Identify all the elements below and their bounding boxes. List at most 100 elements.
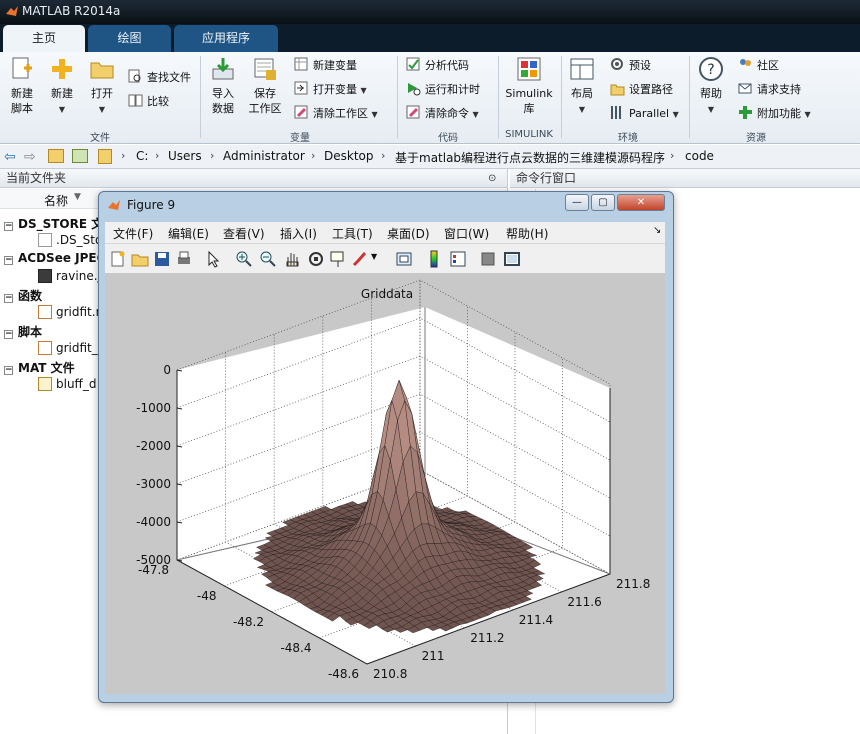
name-column-header[interactable]: 名称 (44, 192, 68, 209)
command-window-header: 命令行窗口 (510, 169, 860, 188)
file-item-ds-store[interactable]: .DS_Sto (38, 233, 102, 247)
breadcrumb-code[interactable]: code (685, 149, 714, 163)
figure-window[interactable]: Figure 9 — ▢ ✕ 文件(F) 编辑(E) 查看(V) 插入(I) 工… (98, 191, 674, 703)
new-variable-button[interactable]: 新建变量 (294, 57, 357, 75)
menu-help[interactable]: 帮助(H) (506, 225, 548, 242)
data-cursor-icon[interactable] (329, 250, 347, 268)
parallel-icon (611, 106, 621, 119)
panel-menu-icon[interactable]: ⊙ (488, 170, 496, 188)
zoom-in-icon[interactable] (235, 250, 253, 268)
set-path-icon (610, 84, 625, 96)
menu-file[interactable]: 文件(F) (113, 225, 153, 242)
tree-group-mat-files[interactable]: − MAT 文件 (4, 359, 75, 376)
tab-home[interactable]: 主页 (3, 25, 85, 52)
menu-tools[interactable]: 工具(T) (332, 225, 373, 242)
sort-arrow-icon[interactable]: ▼ (74, 192, 81, 202)
help-button[interactable]: ? 帮助 ▼ (696, 56, 726, 117)
help-icon: ? (699, 57, 723, 81)
run-and-time-button[interactable]: 运行和计时 (406, 81, 480, 99)
menu-insert[interactable]: 插入(I) (280, 225, 317, 242)
edit-plot-arrow-icon[interactable] (205, 250, 223, 268)
set-path-button[interactable]: 设置路径 (610, 81, 673, 99)
file-item-gridfit-script[interactable]: gridfit_ (38, 341, 98, 355)
analyze-code-button[interactable]: 分析代码 (406, 57, 469, 75)
file-item-bluff-data[interactable]: bluff_d (38, 377, 96, 391)
simulink-library-button[interactable]: Simulink 库 (503, 56, 555, 116)
new-button[interactable]: 新建 ▼ (46, 56, 78, 117)
link-plot-icon[interactable] (395, 250, 413, 268)
y-tick-label: -48.4 (280, 641, 311, 655)
tree-group-ds-store[interactable]: − DS_STORE 文 (4, 215, 103, 232)
breadcrumb-desktop[interactable]: Desktop (324, 149, 374, 163)
tree-group-functions[interactable]: − 函数 (4, 287, 42, 304)
close-button[interactable]: ✕ (617, 194, 665, 211)
breadcrumb-users[interactable]: Users (168, 149, 202, 163)
figure-canvas[interactable]: Griddata 0 -1000 -2000 -3000 -4000 -5000 -47.… (105, 274, 665, 694)
file-item-gridfit[interactable]: gridfit.r (38, 305, 101, 319)
brush-icon[interactable] (351, 250, 369, 268)
app-title: MATLAB R2014a (22, 4, 121, 18)
layout-button[interactable]: 布局 ▼ (566, 56, 598, 117)
browse-folder-icon[interactable] (72, 149, 88, 163)
open-file-icon[interactable] (131, 250, 149, 268)
breadcrumb-administrator[interactable]: Administrator (223, 149, 305, 163)
collapse-icon[interactable]: − (4, 222, 13, 231)
hide-plot-tools-icon[interactable] (479, 250, 497, 268)
minimize-button[interactable]: — (565, 194, 589, 211)
tree-group-scripts[interactable]: − 脚本 (4, 323, 42, 340)
show-plot-tools-icon[interactable] (503, 250, 521, 268)
menu-edit[interactable]: 编辑(E) (168, 225, 209, 242)
open-variable-button[interactable]: 打开变量 ▼ (294, 81, 367, 99)
title-bar: MATLAB R2014a (0, 0, 860, 24)
print-icon[interactable] (175, 250, 193, 268)
up-folder-icon[interactable] (48, 149, 64, 163)
breadcrumb-project[interactable]: 基于matlab编程进行点云数据的三维建模源码程序 (395, 149, 665, 166)
collapse-icon[interactable]: − (4, 330, 13, 339)
save-icon[interactable] (153, 250, 171, 268)
tree-group-jpeg[interactable]: − ACDSee JPEG (4, 251, 106, 265)
menu-window[interactable]: 窗口(W) (444, 225, 489, 242)
back-arrow-icon[interactable]: ⇦ (4, 149, 16, 165)
menu-desktop[interactable]: 桌面(D) (387, 225, 430, 242)
open-button[interactable]: 打开 ▼ (86, 56, 118, 117)
request-support-button[interactable]: 请求支持 (738, 81, 801, 99)
run-time-icon (408, 83, 421, 96)
z-tick-label: -4000 (136, 515, 171, 529)
ribbon-divider (561, 56, 562, 138)
save-workspace-button[interactable]: 保存 工作区 (247, 56, 283, 116)
file-item-ravine[interactable]: ravine.j (38, 269, 101, 283)
tab-plots[interactable]: 绘图 (88, 25, 171, 52)
colorbar-icon[interactable] (425, 250, 443, 268)
forward-arrow-icon[interactable]: ⇨ (24, 149, 36, 165)
figure-logo-icon (108, 200, 120, 210)
find-files-button[interactable]: 查找文件 (128, 69, 191, 87)
community-button[interactable]: 社区 (738, 57, 779, 75)
parallel-button[interactable]: Parallel ▼ (610, 105, 679, 123)
clear-workspace-button[interactable]: 清除工作区 ▼ (294, 105, 378, 123)
rotate-3d-icon[interactable] (307, 250, 325, 268)
import-data-button[interactable]: 导入 数据 (207, 56, 239, 116)
x-tick-label: 211 (422, 649, 445, 663)
x-tick-label: 211.2 (470, 631, 504, 645)
tab-apps[interactable]: 应用程序 (174, 25, 278, 52)
breadcrumb-c-drive[interactable]: C: (136, 149, 148, 163)
add-ons-button[interactable]: 附加功能 ▼ (738, 105, 811, 123)
code-group-label: 代码 (438, 133, 458, 144)
collapse-icon[interactable]: − (4, 294, 13, 303)
collapse-icon[interactable]: − (4, 366, 13, 375)
new-script-button[interactable]: 新建 脚本 (4, 56, 40, 116)
pan-hand-icon[interactable] (283, 250, 301, 268)
preferences-button[interactable]: 预设 (610, 57, 651, 75)
brush-dropdown-icon[interactable]: ▼ (371, 252, 377, 261)
clear-commands-button[interactable]: 清除命令 ▼ (406, 105, 479, 123)
dock-arrow-icon[interactable]: ↘ (653, 225, 661, 236)
legend-icon[interactable] (449, 250, 467, 268)
surface-plot[interactable]: Griddata 0-1000-2000-3000-4000-5000 -47.… (105, 274, 665, 694)
menu-view[interactable]: 查看(V) (223, 225, 265, 242)
new-figure-icon[interactable] (109, 250, 127, 268)
zoom-out-icon[interactable] (259, 250, 277, 268)
maximize-button[interactable]: ▢ (591, 194, 615, 211)
compare-button[interactable]: 比较 (128, 93, 169, 111)
clear-commands-icon (406, 105, 420, 119)
collapse-icon[interactable]: − (4, 256, 13, 265)
